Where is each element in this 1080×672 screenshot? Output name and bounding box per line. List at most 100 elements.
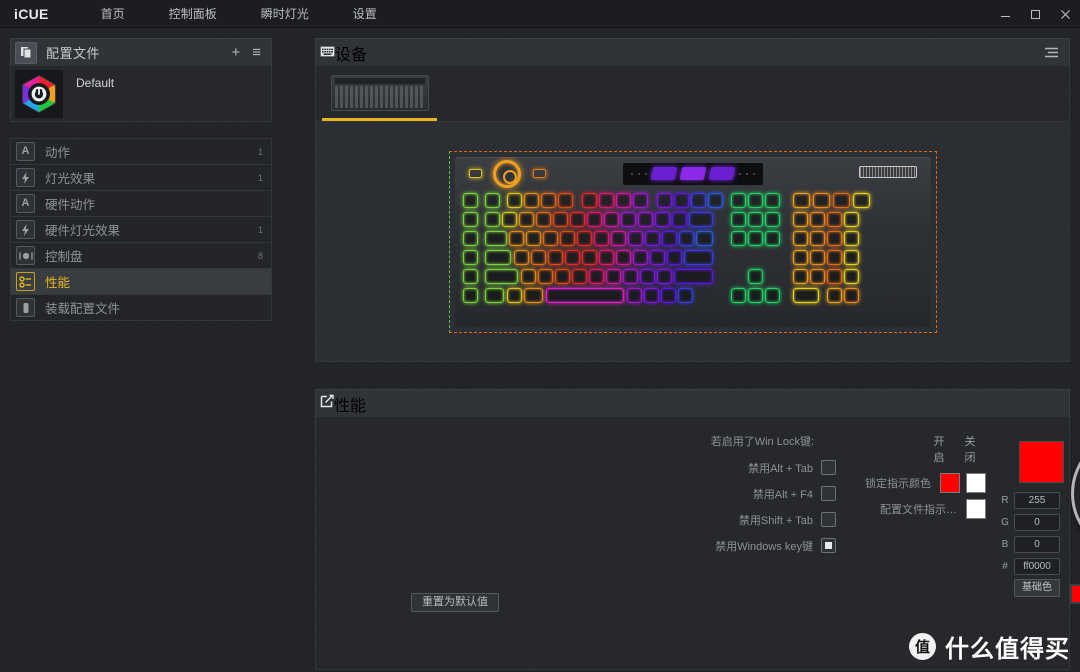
keyboard-key[interactable] [542, 230, 558, 246]
keyboard-key[interactable] [832, 192, 850, 208]
nav-instant-lighting[interactable]: 瞬时灯光 [239, 0, 331, 28]
add-profile-button[interactable]: + [231, 45, 240, 60]
keyboard-key[interactable] [484, 230, 507, 246]
keyboard-key[interactable] [843, 268, 859, 284]
keyboard-key[interactable] [792, 249, 808, 265]
sidebar-item-hardware-actions[interactable]: A 硬件动作 [11, 191, 271, 217]
sidebar-item-lighting-effects[interactable]: 灯光效果 1 [11, 165, 271, 191]
keyboard-key[interactable] [588, 268, 604, 284]
keyboard-key[interactable] [525, 230, 541, 246]
sidebar-item-performance[interactable]: 性能 [11, 269, 271, 295]
keyboard-key[interactable] [506, 192, 522, 208]
keyboard-key[interactable] [656, 192, 672, 208]
keyboard-key[interactable] [581, 192, 597, 208]
nav-home[interactable]: 首页 [79, 0, 147, 28]
keyboard-key[interactable] [615, 192, 631, 208]
checkbox-disable-windows-key[interactable] [821, 538, 836, 553]
keyboard-key[interactable] [695, 230, 713, 246]
keyboard-key[interactable] [747, 230, 763, 246]
keyboard-key[interactable] [747, 268, 763, 284]
keyboard-key[interactable] [792, 287, 819, 303]
keyboard-key[interactable] [747, 287, 763, 303]
keyboard-key[interactable] [683, 249, 713, 265]
green-input[interactable]: 0 [1014, 514, 1060, 531]
reset-to-default-button[interactable]: 重置为默认值 [411, 593, 499, 612]
swatch-red[interactable] [1072, 586, 1080, 602]
keyboard-key[interactable] [627, 230, 643, 246]
device-tab-keyboard[interactable] [322, 67, 437, 121]
keyboard-key[interactable] [688, 211, 713, 227]
keyboard-key[interactable] [661, 230, 677, 246]
minimize-button[interactable] [990, 0, 1020, 28]
keyboard-key[interactable] [593, 230, 609, 246]
keyboard-key[interactable] [678, 230, 694, 246]
checkbox-disable-alt-tab[interactable] [821, 460, 836, 475]
keyboard-key[interactable] [764, 287, 780, 303]
keyboard-key[interactable] [826, 249, 842, 265]
keyboard-key[interactable] [581, 249, 597, 265]
sidebar-item-actions[interactable]: A 动作 1 [11, 139, 271, 165]
keyboard-key[interactable] [554, 268, 570, 284]
keyboard-key[interactable] [730, 230, 746, 246]
keyboard-key[interactable] [569, 211, 585, 227]
keyboard-key[interactable] [660, 287, 676, 303]
keyboard-key[interactable] [809, 211, 825, 227]
keyboard-key[interactable] [632, 192, 648, 208]
sidebar-item-dial[interactable]: 控制盘 8 [11, 243, 271, 269]
keyboard-key[interactable] [826, 230, 842, 246]
keyboard-key[interactable] [690, 192, 706, 208]
keyboard-key[interactable] [508, 230, 524, 246]
keyboard-key[interactable] [764, 192, 780, 208]
keyboard-key[interactable] [605, 268, 621, 284]
keyboard-key[interactable] [484, 192, 500, 208]
keyboard-key[interactable] [598, 192, 614, 208]
keyboard-key[interactable] [809, 249, 825, 265]
checkbox-disable-alt-f4[interactable] [821, 486, 836, 501]
keyboard-key[interactable] [545, 287, 624, 303]
keyboard-key[interactable] [643, 287, 659, 303]
keyboard-key[interactable] [626, 287, 642, 303]
keyboard-key[interactable] [586, 211, 602, 227]
keyboard-key[interactable] [792, 268, 808, 284]
keyboard-key[interactable] [809, 230, 825, 246]
keyboard-key[interactable] [792, 211, 808, 227]
hex-input[interactable]: ff0000 [1014, 558, 1060, 575]
keyboard-key[interactable] [506, 287, 522, 303]
keyboard-key[interactable] [571, 268, 587, 284]
profile-card[interactable]: Default [10, 66, 272, 122]
close-button[interactable] [1050, 0, 1080, 28]
keyboard-key[interactable] [576, 230, 592, 246]
keyboard-key[interactable] [540, 192, 556, 208]
keyboard-key[interactable] [639, 268, 655, 284]
keyboard-key[interactable] [523, 192, 539, 208]
nav-dashboard[interactable]: 控制面板 [147, 0, 239, 28]
keyboard-key[interactable] [535, 211, 551, 227]
keyboard-key[interactable] [673, 192, 689, 208]
keyboard-key[interactable] [520, 268, 536, 284]
keyboard-key[interactable] [666, 249, 682, 265]
keyboard-key[interactable] [812, 192, 830, 208]
keyboard-key[interactable] [547, 249, 563, 265]
keyboard-key[interactable] [462, 192, 478, 208]
list-lines-icon[interactable] [1044, 47, 1059, 58]
keyboard-key[interactable] [620, 211, 636, 227]
lock-indicator-off-swatch[interactable] [966, 473, 986, 493]
red-input[interactable]: 255 [1014, 492, 1060, 509]
keyboard-key[interactable] [637, 211, 653, 227]
keyboard-key[interactable] [622, 268, 638, 284]
keyboard-key[interactable] [843, 287, 859, 303]
keyboard-key[interactable] [564, 249, 580, 265]
keyboard-key[interactable] [764, 230, 780, 246]
keyboard-render[interactable] [448, 150, 937, 333]
maximize-button[interactable] [1020, 0, 1050, 28]
keyboard-key[interactable] [615, 249, 631, 265]
keyboard-key[interactable] [523, 287, 543, 303]
keyboard-key[interactable] [677, 287, 693, 303]
keyboard-key[interactable] [552, 211, 568, 227]
nav-settings[interactable]: 设置 [331, 0, 399, 28]
blue-input[interactable]: 0 [1014, 536, 1060, 553]
keyboard-key[interactable] [826, 268, 842, 284]
sidebar-item-hardware-lighting[interactable]: 硬件灯光效果 1 [11, 217, 271, 243]
keyboard-key[interactable] [484, 211, 500, 227]
keyboard-key[interactable] [843, 211, 859, 227]
